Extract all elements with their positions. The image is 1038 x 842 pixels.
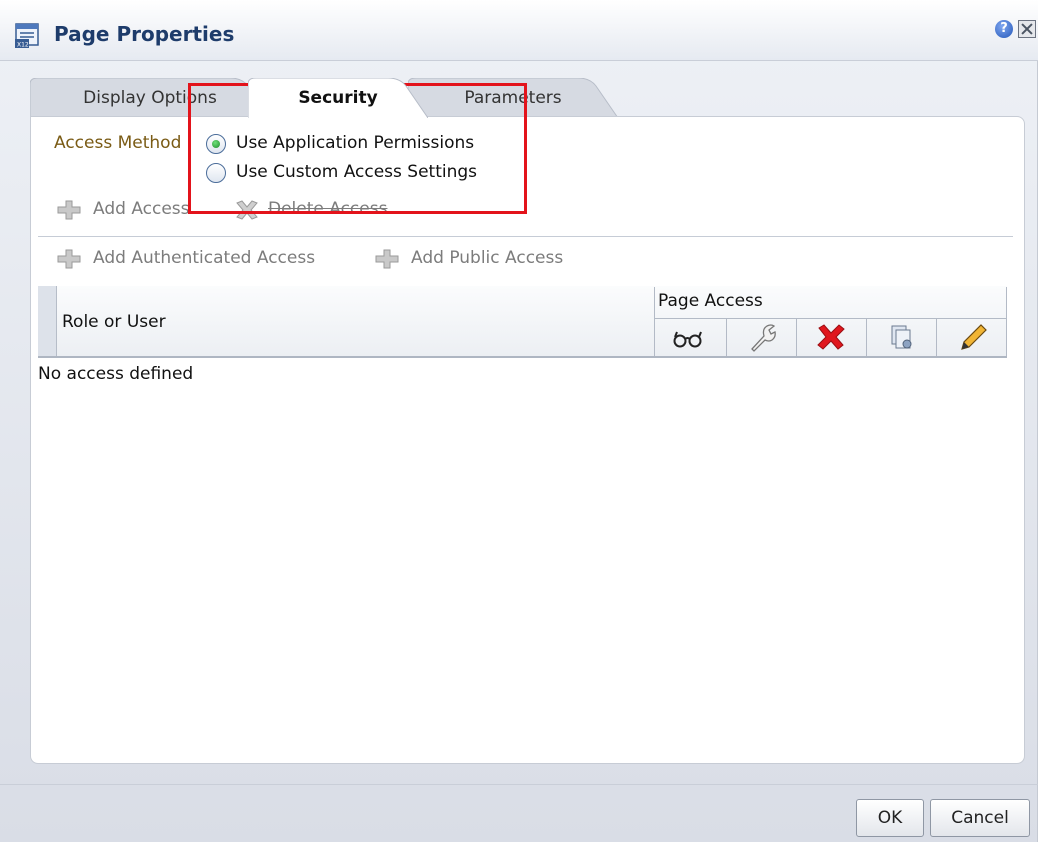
add-public-access-button[interactable]: Add Public Access [411, 248, 563, 268]
radio-use-custom-access-settings[interactable] [206, 163, 226, 183]
svg-text:X12: X12 [17, 42, 29, 49]
radio-use-application-permissions[interactable] [206, 134, 226, 154]
radio-label-custom-access-settings[interactable]: Use Custom Access Settings [236, 162, 477, 182]
add-access-icon [57, 200, 81, 220]
page-properties-dialog: X12 Page Properties ? Display Options Pa… [0, 0, 1038, 842]
add-authenticated-access-button[interactable]: Add Authenticated Access [93, 248, 315, 268]
column-divider [936, 319, 937, 356]
column-divider [866, 319, 867, 356]
radio-selected-dot [212, 140, 220, 148]
column-divider [796, 319, 797, 356]
column-divider [654, 287, 655, 356]
manage-icon[interactable] [880, 320, 926, 354]
title-bar: X12 Page Properties ? [0, 0, 1038, 61]
radio-label-application-permissions[interactable]: Use Application Permissions [236, 133, 474, 153]
delete-access-button[interactable]: Delete Access [268, 199, 387, 219]
tab-label: Display Options [83, 88, 217, 108]
tab-display-options[interactable]: Display Options [30, 78, 270, 118]
tab-parameters[interactable]: Parameters [408, 78, 618, 118]
grid-row-selector-column [38, 286, 57, 356]
access-grid-header [38, 286, 1007, 358]
empty-grid-message: No access defined [38, 364, 194, 384]
ok-button[interactable]: OK [856, 799, 924, 837]
column-divider [1006, 287, 1007, 356]
add-public-access-icon [375, 249, 399, 269]
delete-access-icon [236, 200, 258, 220]
column-header-page-access: Page Access [658, 291, 763, 311]
customize-icon[interactable] [740, 320, 786, 354]
tab-label: Security [298, 88, 378, 108]
tab-label: Parameters [464, 88, 562, 108]
close-icon[interactable] [1018, 20, 1036, 38]
cancel-button[interactable]: Cancel [930, 799, 1030, 837]
help-icon[interactable]: ? [995, 20, 1013, 38]
access-method-label: Access Method [54, 133, 182, 153]
view-icon[interactable] [668, 320, 714, 354]
header-divider [654, 318, 1006, 319]
page-properties-icon: X12 [15, 23, 39, 49]
delete-icon[interactable] [810, 320, 856, 354]
add-authenticated-access-icon [57, 249, 81, 269]
add-access-button[interactable]: Add Access [93, 199, 190, 219]
footer-divider [0, 784, 1038, 785]
edit-icon[interactable] [950, 320, 996, 354]
column-divider [726, 319, 727, 356]
toolbar-divider [38, 236, 1013, 237]
dialog-title: Page Properties [54, 22, 235, 46]
tab-security[interactable]: Security [248, 78, 428, 118]
column-header-role-or-user[interactable]: Role or User [62, 312, 166, 332]
